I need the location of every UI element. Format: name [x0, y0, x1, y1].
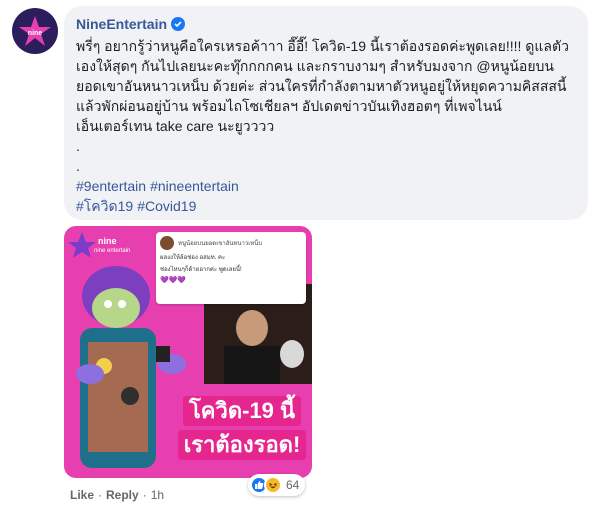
hashtag-link[interactable]: #Covid19 — [137, 198, 196, 214]
timestamp[interactable]: 1h — [151, 488, 164, 502]
hashtag-link[interactable]: #nineentertain — [150, 178, 239, 194]
nine-star-logo-icon: nine — [19, 16, 51, 46]
comment-body: พรี่ๆ อยากรู้ว่าหนูคือใครเหรอค้าาา อี๊อี… — [76, 38, 569, 134]
dot-line-2: . — [76, 158, 80, 174]
commenter-name: หนูน้อยบนยอดเขาอันหนาวเหน็บ — [178, 241, 263, 247]
separator: · — [142, 488, 147, 502]
headline-line-1: โควิด-19 นี้ — [182, 396, 302, 426]
dot-line-1: . — [76, 138, 80, 154]
comment-actions: Like · Reply · 1h — [70, 486, 164, 504]
comment-text: พรี่ๆ อยากรู้ว่าหนูคือใครเหรอค้าาา อี๊อี… — [76, 36, 576, 176]
embedded-comment-card: หนูน้อยบนยอดเขาอันหนาวเหน็บ ผลงงให้ล้อช่… — [156, 232, 306, 304]
verified-badge-icon — [171, 17, 186, 31]
attached-image[interactable]: nine nine entertain AID หนูน้อยบนยอดเขาอ… — [64, 226, 312, 478]
heart-icons: 💜💜💜 — [160, 277, 187, 284]
comment-bubble: NineEntertain พรี่ๆ อยากรู้ว่าหนูคือใครเ… — [64, 6, 588, 220]
svg-text:nine: nine — [98, 236, 117, 246]
hashtag-link[interactable]: #9entertain — [76, 178, 146, 194]
author-row: NineEntertain — [76, 14, 576, 34]
hashtag-link[interactable]: #โควิด19 — [76, 198, 133, 214]
page-avatar[interactable]: nine — [12, 8, 58, 54]
svg-text:nine: nine — [28, 30, 42, 37]
reactions-summary[interactable]: 64 — [248, 474, 306, 496]
author-name[interactable]: NineEntertain — [76, 16, 167, 32]
haha-reaction-icon — [264, 476, 282, 494]
comment-line-2: ช่องไหนๆก็ด้ายอากค่ะ พูดเลยนี้! — [160, 267, 242, 273]
commenter-avatar — [160, 236, 174, 250]
reply-button[interactable]: Reply — [106, 488, 139, 502]
reaction-count: 64 — [286, 478, 300, 492]
comment-line-1: ผลงงให้ล้อช่อง อสมท. คะ — [160, 255, 226, 261]
headline-banner: โควิด-19 นี้ เราต้องรอด! — [174, 396, 310, 466]
headline-line-2: เราต้องรอด! — [177, 430, 307, 460]
separator: · — [98, 488, 103, 502]
like-button[interactable]: Like — [70, 488, 94, 502]
hashtags: #9entertain #nineentertain #โควิด19 #Covid… — [76, 176, 576, 216]
